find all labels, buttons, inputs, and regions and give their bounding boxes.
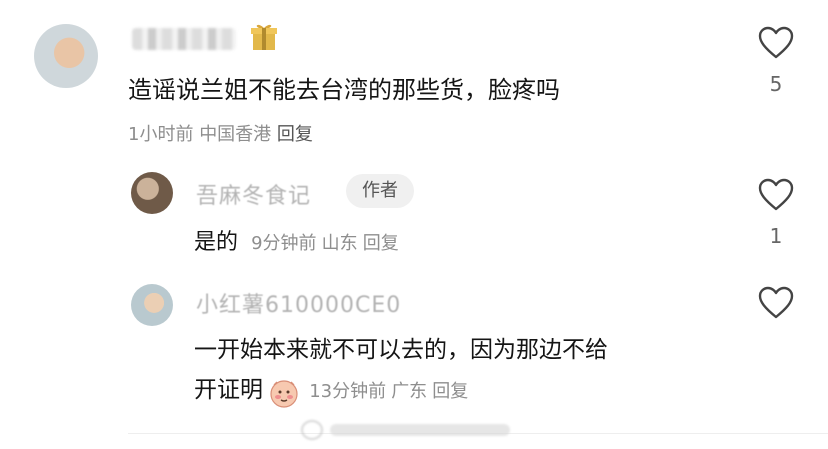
comment-time: 9分钟前 [251,233,317,254]
watermark-logo [301,420,510,440]
like-count: 1 [769,224,783,248]
like-count: 5 [769,72,783,96]
reply-button[interactable]: 回复 [277,124,313,145]
comment-line: 开证明 13分钟前 广东 回复 [194,370,468,409]
comment-meta: 1小时前 中国香港 回复 [128,120,313,146]
reply-button[interactable]: 回复 [432,381,468,402]
comment-text-line2: 开证明 [194,377,263,403]
comment-text: 是的 [194,230,239,255]
username[interactable]: 吾麻冬食记 [196,178,311,210]
comment-line: 是的 9分钟前 山东 回复 [194,224,399,256]
avatar[interactable] [131,284,173,326]
reply-button[interactable]: 回复 [363,233,399,254]
comment-text: 造谣说兰姐不能去台湾的那些货，脸疼吗 [128,76,560,104]
gift-icon [251,24,277,50]
comment-time: 13分钟前 [309,381,387,402]
username-redacted[interactable] [132,28,236,50]
username[interactable]: 小红薯610000CE0 [196,287,401,319]
comment-text-line1: 一开始本来就不可以去的，因为那边不给 [194,337,608,363]
avatar[interactable] [131,172,173,214]
heart-icon[interactable] [757,26,795,60]
embarrassed-face-emoji-icon [270,379,298,408]
comment-time: 1小时前 [128,124,194,145]
avatar[interactable] [34,24,98,88]
heart-icon[interactable] [757,286,795,320]
comment-location: 中国香港 [199,124,272,145]
comment-location: 山东 [321,233,358,254]
comment-location: 广东 [391,381,428,402]
heart-icon[interactable] [757,178,795,212]
author-badge: 作者 [346,174,414,208]
